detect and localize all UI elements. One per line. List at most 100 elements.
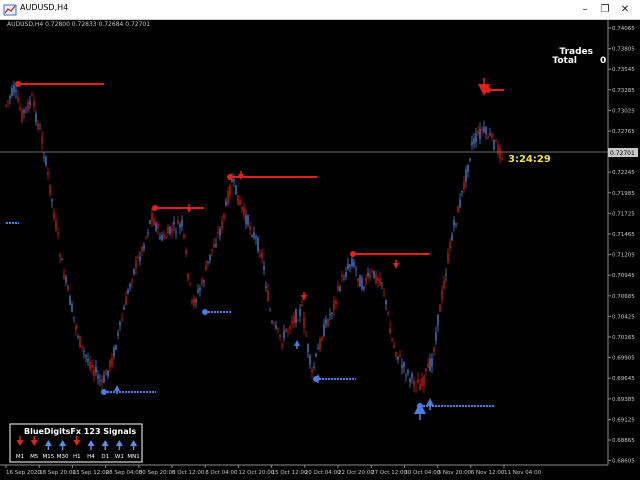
candle-body: [253, 232, 255, 238]
candle-body: [413, 380, 415, 386]
candle-body: [299, 308, 301, 317]
candle-body: [13, 85, 15, 93]
price-tick-label: 0.69905: [612, 356, 635, 362]
candle-body: [103, 375, 105, 383]
signals-panel-title: BlueDigitsFx 123 Signals: [24, 427, 136, 436]
candle-body: [9, 96, 11, 99]
candle-body: [395, 352, 397, 357]
candle-body: [215, 244, 217, 247]
candle-body: [95, 367, 97, 373]
price-tick-label: 0.69385: [612, 397, 635, 403]
candle-body: [29, 101, 31, 105]
candle-body: [441, 290, 443, 299]
candle-body: [247, 215, 249, 225]
candle-body: [155, 222, 157, 231]
candle-body: [149, 220, 151, 224]
candle-body: [489, 133, 491, 135]
candle-body: [427, 363, 429, 368]
candle-body: [41, 136, 43, 144]
price-tick-label: 0.72765: [612, 129, 635, 135]
sell-level-line-marker: [227, 174, 233, 180]
candle-body: [411, 373, 413, 378]
time-tick-label: 3 Nov 20:00: [438, 470, 472, 476]
candle-body: [225, 201, 227, 206]
price-tick-label: 0.71465: [612, 232, 635, 238]
candle-body: [483, 126, 485, 133]
candle-body: [493, 139, 495, 150]
candle-body: [491, 133, 493, 138]
price-tick-label: 0.70425: [612, 314, 635, 320]
time-tick-label: 30 Oct 04:00: [404, 470, 440, 476]
candle-body: [267, 290, 269, 302]
price-tick-label: 0.68605: [612, 459, 635, 465]
candle-body: [171, 229, 173, 233]
candle-body: [259, 254, 261, 257]
sell-level-line-marker: [350, 251, 356, 257]
candle-body: [65, 276, 67, 283]
close-button[interactable]: ✕: [616, 2, 634, 17]
candle-body: [337, 285, 339, 290]
candle-body: [139, 256, 141, 261]
candle-body: [399, 354, 401, 357]
timeframe-label: W1: [115, 454, 124, 460]
candle-body: [475, 133, 477, 143]
candle-body: [471, 141, 473, 146]
candle-body: [287, 329, 289, 331]
candle-body: [453, 220, 455, 226]
candle-body: [25, 106, 27, 108]
candle-body: [157, 223, 159, 228]
minimize-button[interactable]: –: [576, 2, 594, 17]
candle-body: [379, 278, 381, 286]
candle-body: [333, 300, 335, 311]
candle-body: [217, 232, 219, 234]
candle-body: [185, 250, 187, 254]
timeframe-label: M30: [57, 454, 69, 460]
candle-body: [439, 304, 441, 312]
candle-body: [31, 94, 33, 97]
candle-body: [209, 254, 211, 261]
candle-body: [93, 369, 95, 376]
candle-body: [101, 378, 103, 384]
candle-body: [221, 220, 223, 230]
candle-body: [61, 258, 63, 261]
price-chart[interactable]: AUDUSD,H4 0.72800 0.72833 0.72684 0.7270…: [0, 20, 640, 480]
candle-body: [495, 140, 497, 142]
candle-body: [251, 235, 253, 237]
candle-body: [351, 258, 353, 266]
candle-body: [127, 289, 129, 294]
candle-body: [263, 266, 265, 270]
candle-body: [393, 344, 395, 348]
time-tick-label: 5 Oct 12:00: [172, 470, 205, 476]
candle-body: [437, 314, 439, 326]
price-tick-label: 0.70945: [612, 273, 635, 279]
candle-body: [325, 319, 327, 324]
candle-body: [273, 323, 275, 324]
timeframe-label: M15: [43, 454, 55, 460]
candle-body: [371, 271, 373, 273]
candle-body: [243, 207, 245, 215]
candle-body: [89, 361, 91, 369]
restore-button[interactable]: ❐: [596, 2, 614, 17]
timeframe-label: D1: [101, 454, 109, 460]
candle-body: [121, 319, 123, 321]
candle-body: [347, 263, 349, 269]
buy-level-line-marker: [101, 389, 107, 395]
candle-body: [15, 89, 17, 92]
candle-body: [87, 358, 89, 362]
candle-body: [481, 128, 483, 131]
candle-body: [53, 212, 55, 219]
candle-body: [33, 101, 35, 107]
candle-body: [47, 172, 49, 175]
candle-body: [119, 321, 121, 326]
time-tick-label: 23 Sep 12:00: [72, 470, 109, 476]
candle-body: [319, 339, 321, 350]
timeframe-label: MN1: [127, 454, 139, 460]
price-tick-label: 0.70165: [612, 335, 635, 341]
candle-body: [357, 278, 359, 282]
candle-body: [293, 316, 295, 324]
trades-total-value: 0: [600, 56, 606, 66]
candle-body: [213, 244, 215, 248]
candle-body: [461, 190, 463, 193]
candle-body: [23, 109, 25, 113]
candle-body: [81, 345, 83, 348]
